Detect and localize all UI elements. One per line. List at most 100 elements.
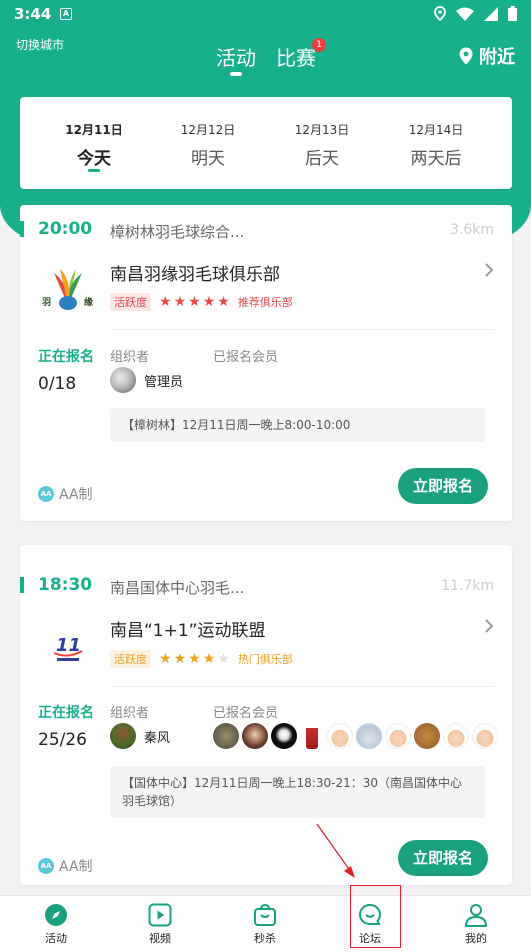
nav-activity[interactable]: 活动 — [26, 903, 86, 946]
time-marker — [20, 221, 24, 237]
club-name[interactable]: 南昌羽缘羽毛球俱乐部 — [110, 260, 280, 285]
time-marker — [20, 577, 24, 593]
organizer[interactable]: 秦风 — [110, 723, 170, 749]
signup-button[interactable]: 立即报名 — [398, 468, 488, 504]
avatar — [306, 723, 318, 749]
member-avatars[interactable] — [213, 723, 498, 749]
play-icon — [148, 903, 172, 927]
divider — [110, 686, 494, 687]
aa-icon: AA — [38, 486, 54, 502]
payment-label: AA制 — [59, 859, 93, 875]
club-logo: 11 — [53, 635, 83, 661]
location-pin-icon — [459, 47, 473, 65]
distance: 3.6km — [449, 222, 494, 238]
status-icons — [434, 6, 517, 21]
date-label: 12月12日 — [180, 123, 236, 137]
date-tab-today[interactable]: 12月11日 今天 — [49, 121, 139, 169]
wifi-icon — [456, 7, 474, 21]
members-label: 已报名会员 — [213, 706, 279, 721]
avatar — [110, 367, 136, 393]
tab-indicator — [230, 72, 242, 76]
avatar — [385, 723, 411, 749]
svg-text:羽: 羽 — [42, 297, 51, 308]
nav-label: 活动 — [45, 932, 67, 945]
star-icon: ★ — [217, 651, 230, 667]
star-icon: ★ — [173, 651, 187, 667]
organizer[interactable]: 管理员 — [110, 367, 183, 393]
activity-time: 18:30 — [38, 575, 93, 595]
nav-video[interactable]: 视频 — [130, 903, 190, 946]
avatar — [110, 723, 136, 749]
activity-card[interactable]: 18:30 南昌国体中心羽毛... 11.7km 11 南昌“1+1”运动联盟 … — [20, 545, 512, 885]
shopping-bag-icon — [254, 903, 276, 926]
date-selector: 12月11日 今天 12月12日 明天 12月13日 后天 12月14日 两天后 — [20, 97, 512, 189]
club-tags: 活跃度 ★ ★ ★ ★ ★ 热门俱乐部 — [110, 650, 293, 668]
date-tab-two-days-after[interactable]: 12月14日 两天后 — [391, 121, 481, 169]
signup-button[interactable]: 立即报名 — [398, 840, 488, 876]
date-tab-day-after[interactable]: 12月13日 后天 — [277, 121, 367, 169]
members-label: 已报名会员 — [213, 350, 279, 365]
day-label: 明天 — [191, 149, 225, 169]
star-icon: ★ — [173, 294, 187, 310]
date-indicator — [88, 169, 100, 172]
organizer-name: 管理员 — [144, 374, 184, 390]
nearby-label: 附近 — [479, 47, 515, 68]
star-icon: ★ — [188, 651, 201, 667]
nav-label: 我的 — [465, 932, 487, 945]
organizer-label: 组织者 — [110, 350, 150, 365]
city-switch-button[interactable]: 切换城市 — [16, 36, 64, 53]
date-tab-tomorrow[interactable]: 12月12日 明天 — [163, 121, 253, 169]
day-label: 两天后 — [410, 149, 462, 169]
avatar — [443, 723, 469, 749]
payment-type: AA AA制 — [38, 484, 93, 504]
location-status-icon — [434, 6, 446, 21]
tab-activity[interactable]: 活动 — [216, 42, 256, 71]
person-icon — [464, 904, 488, 927]
date-label: 12月13日 — [294, 123, 350, 137]
aa-icon: AA — [38, 858, 54, 874]
compass-icon — [45, 904, 67, 926]
day-label: 今天 — [77, 149, 111, 169]
star-rating: ★ ★ ★ ★ ★ — [159, 294, 230, 310]
avatar — [271, 723, 297, 749]
star-rating: ★ ★ ★ ★ ★ — [159, 651, 230, 667]
organizer-label: 组织者 — [110, 706, 150, 721]
nav-profile[interactable]: 我的 — [446, 903, 506, 946]
signup-status: 正在报名 — [38, 349, 94, 365]
bottom-nav: 活动 视频 秒杀 论坛 我的 — [0, 895, 531, 952]
nav-flash-sale[interactable]: 秒杀 — [235, 903, 295, 946]
chevron-right-icon[interactable] — [484, 262, 494, 278]
recommend-tag: 热门俱乐部 — [237, 653, 293, 666]
activity-note: 【樟树林】12月11日周一晚上8:00-10:00 — [110, 408, 485, 442]
club-tags: 活跃度 ★ ★ ★ ★ ★ 推荐俱乐部 — [110, 293, 293, 311]
organizer-name: 秦风 — [144, 730, 171, 746]
club-name[interactable]: 南昌“1+1”运动联盟 — [110, 616, 266, 641]
match-badge: 1 — [312, 38, 326, 52]
avatar — [327, 723, 353, 749]
chevron-right-icon[interactable] — [484, 618, 494, 634]
signal-icon — [484, 6, 498, 21]
activity-time: 20:00 — [38, 219, 93, 239]
payment-type: AA AA制 — [38, 856, 93, 876]
avatar — [472, 723, 498, 749]
status-time: 3:44 — [14, 5, 52, 23]
tab-match[interactable]: 比赛 — [276, 42, 316, 71]
club-logo: 羽 缘 — [42, 269, 93, 310]
payment-label: AA制 — [59, 487, 93, 503]
star-icon: ★ — [159, 651, 172, 667]
avatar — [213, 723, 239, 749]
signup-count: 0/18 — [38, 374, 77, 394]
highlight-box — [350, 885, 401, 948]
notification-icon: A — [60, 8, 72, 20]
star-icon: ★ — [217, 294, 230, 310]
activity-card[interactable]: 20:00 樟树林羽毛球综合... 3.6km 羽 缘 南昌羽缘羽毛球俱乐部 活… — [20, 205, 512, 521]
date-label: 12月14日 — [408, 123, 464, 137]
nav-label: 秒杀 — [254, 932, 276, 945]
avatar — [414, 723, 440, 749]
venue-name: 樟树林羽毛球综合... — [110, 223, 245, 241]
nearby-button[interactable]: 附近 — [459, 43, 515, 69]
star-icon: ★ — [159, 294, 172, 310]
star-icon: ★ — [188, 294, 201, 310]
distance: 11.7km — [441, 578, 494, 594]
battery-icon — [508, 6, 517, 21]
